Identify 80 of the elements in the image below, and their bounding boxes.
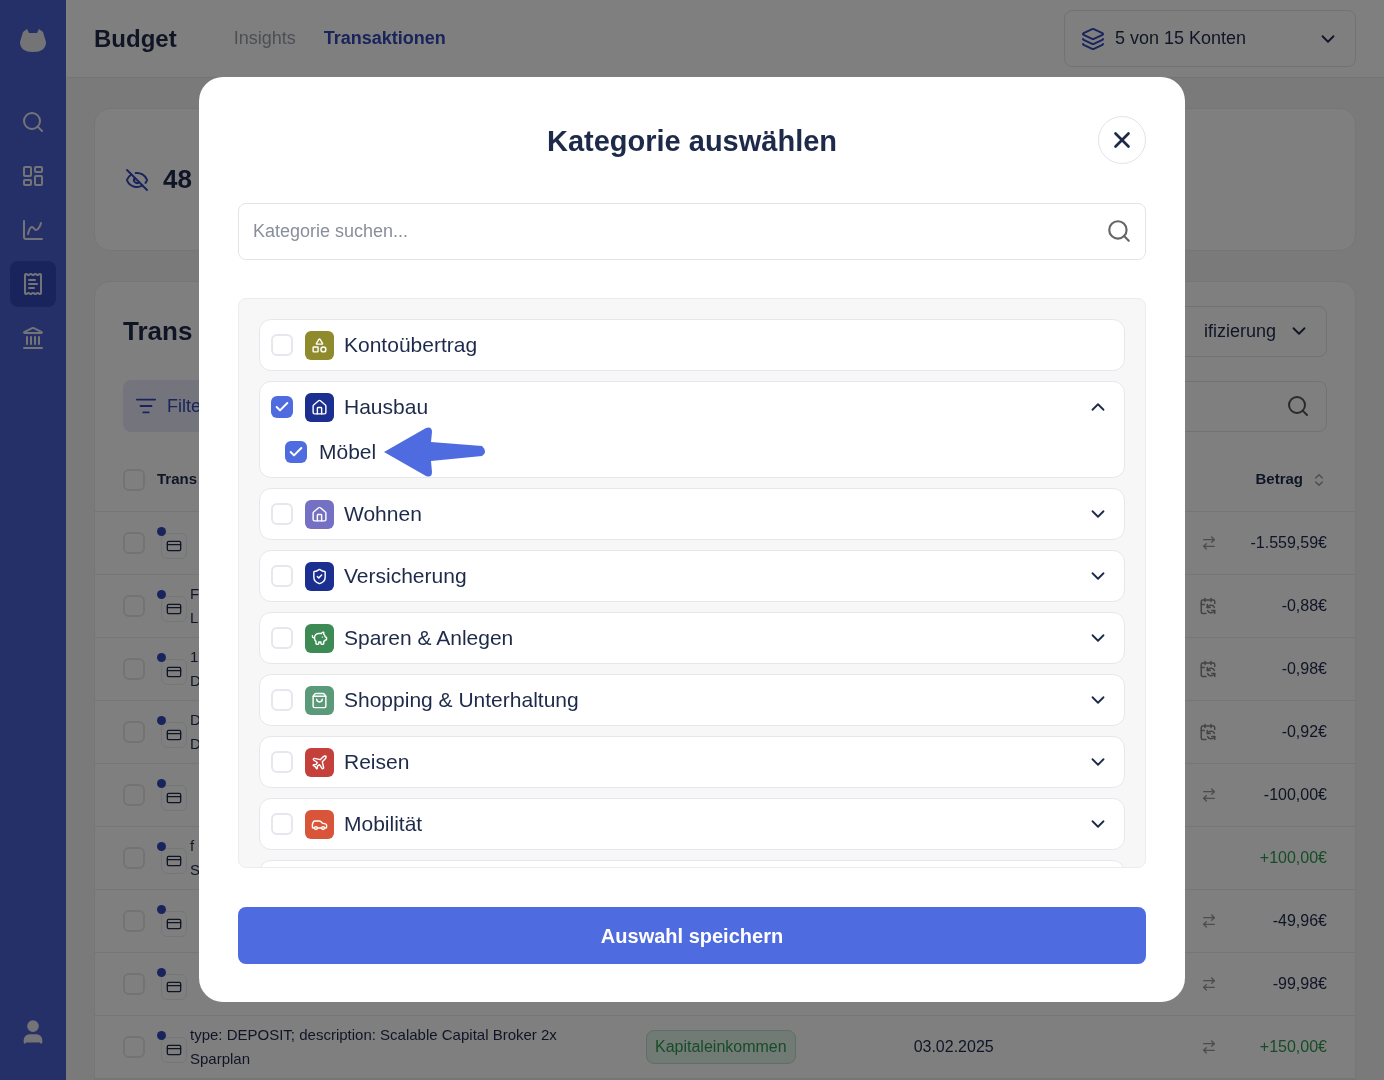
search-icon <box>1286 394 1310 418</box>
card-icon <box>157 1031 187 1063</box>
checkbox[interactable] <box>271 627 293 649</box>
amount-text: +100,00€ <box>1258 848 1327 868</box>
transfer-icon <box>1201 787 1217 803</box>
category-label: Wohnen <box>344 501 422 528</box>
column-header[interactable]: Betrag <box>1255 468 1303 491</box>
checkbox[interactable] <box>271 689 293 711</box>
nav-tab[interactable]: Transaktionen <box>323 25 446 52</box>
checkbox[interactable] <box>271 334 293 356</box>
transfer-icon <box>1201 913 1217 929</box>
category-item[interactable]: Sparen & Anlegen <box>259 612 1125 664</box>
category-label: Hausbau <box>344 394 429 421</box>
eye-off-icon[interactable] <box>125 167 149 192</box>
category-label: Mobilität <box>344 811 423 838</box>
recurring-calendar-icon <box>1199 723 1217 741</box>
column-header: Trans <box>157 469 198 490</box>
card-icon <box>157 716 187 748</box>
search-field[interactable]: Kategorie suchen... <box>238 203 1146 260</box>
category-label: Reisen <box>344 749 410 776</box>
card-icon <box>157 653 187 685</box>
category-item[interactable]: Hausbau Möbel <box>259 381 1125 478</box>
account-selector[interactable]: 5 von 15 Konten <box>1064 10 1356 67</box>
checkbox[interactable] <box>271 503 293 525</box>
receipt-icon <box>21 272 45 296</box>
transaction-description: L <box>190 608 200 628</box>
layers-icon <box>1081 26 1105 51</box>
save-button[interactable]: Auswahl speichern <box>238 907 1146 964</box>
card-icon <box>157 968 187 1000</box>
checkbox[interactable] <box>271 813 293 835</box>
subcategory-label: Möbel <box>319 438 377 465</box>
section-title: Trans <box>123 314 193 348</box>
search-icon <box>21 110 45 134</box>
transaction-description: 1 <box>190 647 200 667</box>
card-icon <box>157 905 187 937</box>
dashboard-icon <box>21 164 45 188</box>
checkbox[interactable] <box>271 751 293 773</box>
dialog-title: Kategorie auswählen <box>546 124 838 159</box>
category-item[interactable]: Wohnen <box>259 488 1125 540</box>
category-label: Versicherung <box>344 563 467 590</box>
category-item[interactable]: Versicherung <box>259 550 1125 602</box>
amount-text: -99,98€ <box>1271 974 1327 994</box>
amount-text: -49,96€ <box>1271 911 1327 931</box>
checkbox[interactable] <box>285 440 307 463</box>
balance-value: 48 <box>163 163 192 196</box>
receipt-nav-button[interactable] <box>10 261 56 307</box>
category-item[interactable]: Kontoübertrag <box>259 319 1125 371</box>
transfer-icon <box>1201 1039 1217 1055</box>
card-icon <box>157 590 187 622</box>
amount-text: -100,00€ <box>1262 785 1327 805</box>
recurring-calendar-icon <box>1199 660 1217 678</box>
amount-text: -0,88€ <box>1280 596 1327 616</box>
transfer-icon <box>1201 535 1217 551</box>
category-tag: Kapitaleinkommen <box>646 1030 796 1064</box>
checkbox[interactable] <box>271 396 293 418</box>
transaction-description: S <box>190 860 201 880</box>
page-title: Budget <box>94 23 177 54</box>
transaction-description: f <box>190 836 196 856</box>
transfer-icon <box>1201 976 1217 992</box>
chart-icon <box>21 218 45 242</box>
amount-text: -0,98€ <box>1280 659 1327 679</box>
category-item[interactable]: Reisen <box>259 736 1125 788</box>
amount-text: -1.559,59€ <box>1249 533 1327 553</box>
date-text: 03.02.2025 <box>913 1037 994 1057</box>
card-icon <box>157 779 187 811</box>
checkbox[interactable] <box>271 565 293 587</box>
card-icon <box>157 842 187 874</box>
card-icon <box>157 527 187 559</box>
recurring-calendar-icon <box>1199 597 1217 615</box>
category-item[interactable]: Shopping & Unterhaltung <box>259 674 1125 726</box>
transaction-description: F <box>190 584 201 604</box>
amount-text: +150,00€ <box>1258 1037 1327 1057</box>
amount-text: -0,92€ <box>1280 722 1327 742</box>
transaction-description: type: DEPOSIT; description: Scalable Capital Broker 2x Sparplan <box>190 1025 558 1069</box>
bank-icon <box>21 326 45 350</box>
search-icon <box>1106 218 1132 244</box>
category-label: Shopping & Unterhaltung <box>344 687 579 714</box>
category-label: Sparen & Anlegen <box>344 625 514 652</box>
category-item[interactable]: Mobilität <box>259 798 1125 850</box>
category-label: Kontoübertrag <box>344 332 478 359</box>
